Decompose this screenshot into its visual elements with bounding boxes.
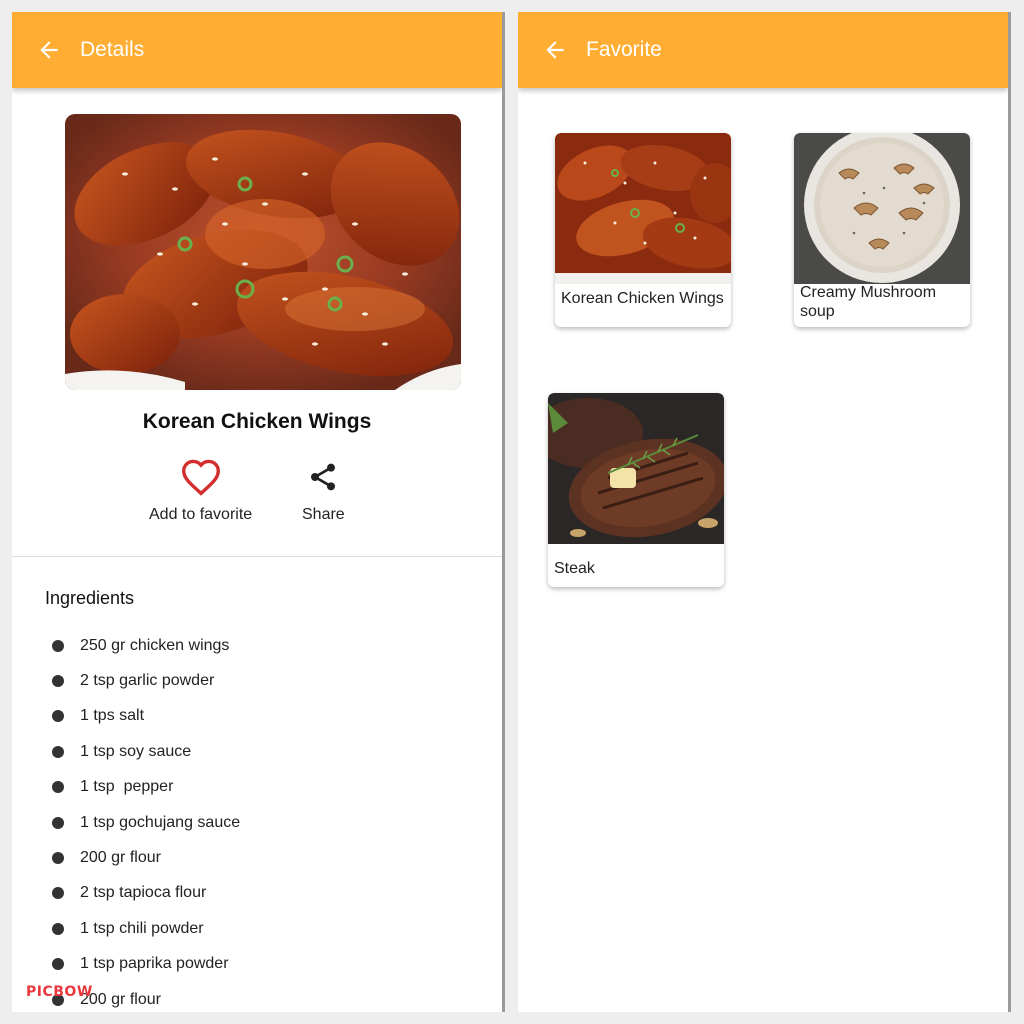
favorite-screen: Favorite Korean Chicken Wings Creamy Mus… [518, 12, 1008, 1012]
card-title: Korean Chicken Wings [561, 290, 724, 307]
bullet-dot-icon [52, 816, 64, 829]
card-title: Creamy Mushroom soup [800, 284, 937, 320]
list-item: 1 tsp soy sauce [52, 734, 240, 769]
favorite-title: Favorite [586, 38, 662, 61]
card-image [555, 133, 731, 284]
details-screen: Details Korean Chicken Wings Add to favo… [12, 12, 502, 1012]
add-to-favorite-button[interactable]: Add to favorite [149, 458, 252, 524]
add-to-favorite-label: Add to favorite [149, 506, 253, 523]
list-item: 1 tsp pepper [52, 770, 240, 805]
arrow-left-icon [40, 41, 58, 59]
list-item: 200 gr flour [52, 840, 240, 875]
list-item: 1 tps salt [52, 699, 240, 734]
bullet-dot-icon [52, 675, 64, 688]
bullet-dot-icon [52, 852, 64, 865]
details-app-bar: Details [12, 12, 502, 88]
card-title: Steak [554, 560, 595, 577]
favorite-card-korean-chicken-wings[interactable]: Korean Chicken Wings [555, 133, 731, 327]
bullet-dot-icon [52, 922, 64, 935]
heart-outline-icon [181, 459, 220, 496]
screen-divider-left [502, 12, 505, 1012]
list-item: 2 tsp tapioca flour [52, 876, 240, 911]
dish-image [65, 114, 461, 390]
details-title: Details [80, 38, 145, 61]
arrow-left-icon [546, 41, 564, 59]
list-item: 1 tsp gochujang sauce [52, 805, 240, 840]
card-image [794, 133, 970, 284]
dish-title: Korean Chicken Wings [142, 410, 372, 433]
card-image [548, 393, 724, 544]
bullet-dot-icon [52, 639, 64, 652]
list-item: 1 tsp chili powder [52, 911, 240, 946]
favorite-app-bar: Favorite [518, 12, 1008, 88]
share-label: Share [302, 506, 345, 523]
list-item: 250 gr chicken wings [52, 628, 240, 663]
bullet-dot-icon [52, 710, 64, 723]
watermark-logo: PICBOW [26, 984, 93, 1000]
share-button[interactable]: Share [302, 458, 345, 524]
back-button[interactable] [34, 35, 64, 65]
share-icon [311, 463, 336, 491]
favorite-card-creamy-mushroom-soup[interactable]: Creamy Mushroom soup [794, 133, 970, 327]
back-button[interactable] [540, 35, 570, 65]
section-divider [12, 556, 502, 557]
bullet-dot-icon [52, 781, 64, 794]
bullet-dot-icon [52, 745, 64, 758]
ingredients-list: 250 gr chicken wings 2 tsp garlic powder… [52, 628, 240, 1012]
list-item: 2 tsp garlic powder [52, 663, 240, 698]
ingredients-heading: Ingredients [45, 588, 135, 608]
screen-divider-right [1008, 12, 1011, 1012]
list-item: 1 tsp paprika powder [52, 947, 240, 982]
bullet-dot-icon [52, 887, 64, 900]
favorite-card-steak[interactable]: Steak [548, 393, 724, 587]
bullet-dot-icon [52, 958, 64, 971]
